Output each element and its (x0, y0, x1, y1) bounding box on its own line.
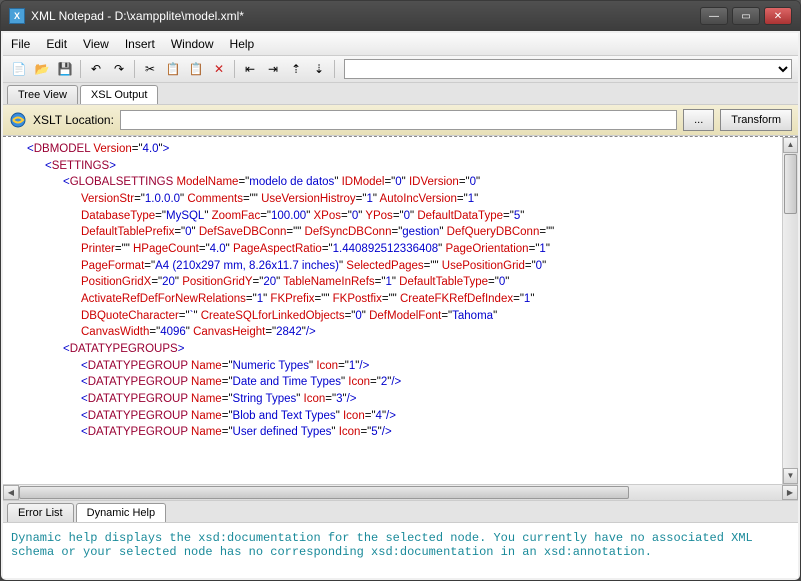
toolbar: 📄 📂 💾 ↶ ↷ ✂ 📋 📋 ✕ ⇤ ⇥ ⇡ ⇣ (3, 56, 798, 83)
scroll-down-icon[interactable]: ▼ (783, 468, 798, 484)
close-button[interactable]: ✕ (764, 7, 792, 25)
scroll-up-icon[interactable]: ▲ (783, 137, 798, 153)
open-icon[interactable]: 📂 (32, 59, 52, 79)
xslt-label: XSLT Location: (33, 113, 114, 127)
tab-xsl-output[interactable]: XSL Output (80, 85, 158, 104)
app-icon: X (9, 8, 25, 24)
xslt-bar: XSLT Location: ... Transform (3, 104, 798, 136)
vertical-scrollbar[interactable]: ▲ ▼ (782, 137, 798, 484)
redo-icon[interactable]: ↷ (109, 59, 129, 79)
view-tabs: Tree View XSL Output (3, 83, 798, 104)
save-icon[interactable]: 💾 (55, 59, 75, 79)
titlebar: X XML Notepad - D:\xampplite\model.xml* … (1, 1, 800, 31)
paste-icon[interactable]: 📋 (186, 59, 206, 79)
menu-help[interactable]: Help (230, 37, 255, 51)
ie-icon (9, 111, 27, 129)
delete-icon[interactable]: ✕ (209, 59, 229, 79)
window-title: XML Notepad - D:\xampplite\model.xml* (31, 9, 700, 23)
new-icon[interactable]: 📄 (9, 59, 29, 79)
menu-insert[interactable]: Insert (125, 37, 155, 51)
tab-tree-view[interactable]: Tree View (7, 85, 78, 104)
menu-edit[interactable]: Edit (46, 37, 67, 51)
scroll-right-icon[interactable]: ▶ (782, 485, 798, 500)
transform-button[interactable]: Transform (720, 109, 792, 131)
nudge-up-icon[interactable]: ⇡ (286, 59, 306, 79)
xslt-location-input[interactable] (120, 110, 677, 130)
horizontal-scrollbar[interactable]: ◀ ▶ (3, 484, 798, 500)
tab-error-list[interactable]: Error List (7, 503, 74, 522)
nudge-right-icon[interactable]: ⇥ (263, 59, 283, 79)
menubar: File Edit View Insert Window Help (3, 33, 798, 56)
scroll-left-icon[interactable]: ◀ (3, 485, 19, 500)
tab-dynamic-help[interactable]: Dynamic Help (76, 503, 166, 522)
xml-output[interactable]: <DBMODEL Version=4.0><SETTINGS><GLOBALSE… (3, 136, 798, 484)
browse-button[interactable]: ... (683, 109, 714, 131)
cut-icon[interactable]: ✂ (140, 59, 160, 79)
menu-view[interactable]: View (83, 37, 109, 51)
copy-icon[interactable]: 📋 (163, 59, 183, 79)
address-combo[interactable] (344, 59, 792, 79)
maximize-button[interactable]: ▭ (732, 7, 760, 25)
nudge-left-icon[interactable]: ⇤ (240, 59, 260, 79)
minimize-button[interactable]: — (700, 7, 728, 25)
nudge-down-icon[interactable]: ⇣ (309, 59, 329, 79)
scroll-thumb-h[interactable] (19, 486, 629, 499)
menu-window[interactable]: Window (171, 37, 214, 51)
undo-icon[interactable]: ↶ (86, 59, 106, 79)
menu-file[interactable]: File (11, 37, 30, 51)
help-panel: Dynamic help displays the xsd:documentat… (3, 522, 798, 578)
scroll-thumb[interactable] (784, 154, 797, 214)
bottom-tabs: Error List Dynamic Help (3, 500, 798, 522)
